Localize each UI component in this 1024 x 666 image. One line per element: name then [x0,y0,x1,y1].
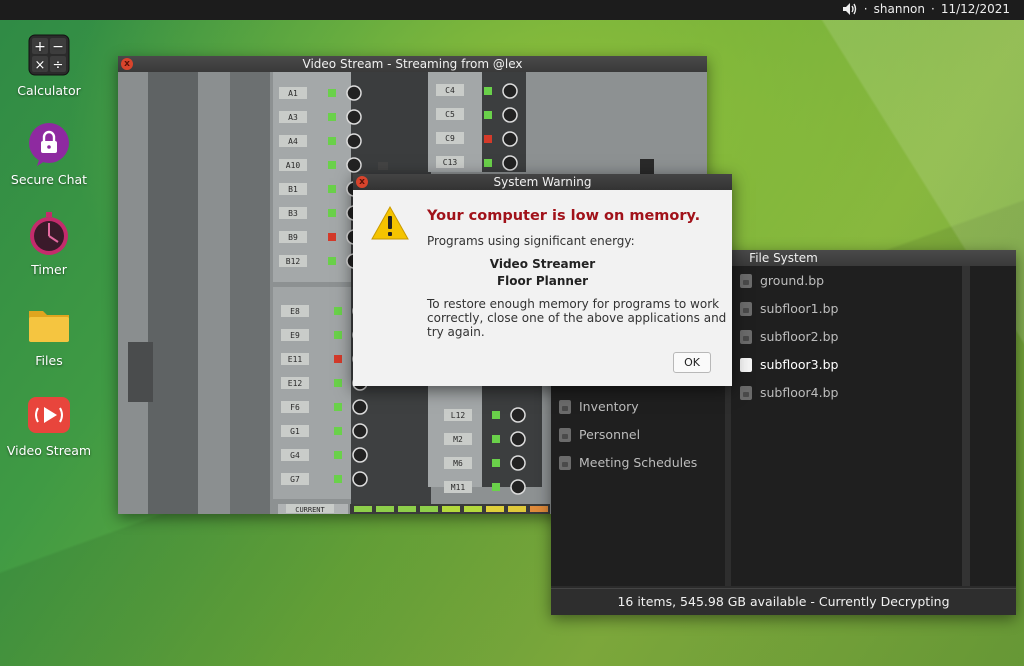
date-display[interactable]: 11/12/2021 [941,2,1010,16]
svg-text:E9: E9 [290,331,300,340]
svg-text:+: + [34,39,46,55]
desktop-icon-label: Calculator [17,83,81,98]
folder-item[interactable]: Personnel [559,427,640,442]
svg-text:M2: M2 [453,435,463,444]
warning-body-line: To restore enough memory for programs to… [427,297,720,311]
file-item[interactable]: ground.bp [740,273,824,288]
folder-icon [559,427,571,442]
desktop-icon-label: Secure Chat [10,172,88,187]
item-label: subfloor2.bp [760,329,839,344]
close-button[interactable]: x [356,176,368,188]
file-icon [740,301,752,316]
folder-icon [559,399,571,414]
warning-body-line: try again. [427,325,485,339]
video-stream-icon [27,393,71,437]
svg-text:B9: B9 [288,233,298,242]
video-window-titlebar[interactable]: x Video Stream - Streaming from @lex [118,56,707,72]
tray-separator: · [931,2,935,16]
timer-icon [27,212,71,256]
item-label: subfloor3.bp [760,357,839,372]
scrollbar[interactable] [962,266,970,586]
item-label: Inventory [579,399,639,414]
svg-text:C9: C9 [445,134,455,143]
file-icon [740,357,752,372]
item-label: Personnel [579,427,641,442]
window-title: Video Stream - Streaming from @lex [302,57,523,71]
svg-text:B1: B1 [288,185,298,194]
close-button[interactable]: x [121,58,133,70]
item-label: subfloor1.bp [760,301,839,316]
svg-text:G4: G4 [290,451,300,460]
ok-button[interactable]: OK [673,352,711,373]
svg-text:CURRENT: CURRENT [295,506,325,514]
svg-text:F6: F6 [290,403,300,412]
window-title: File System [749,251,818,265]
svg-text:C4: C4 [445,86,455,95]
file-item-selected[interactable]: subfloor3.bp [740,357,838,372]
desktop-icon-label: Video Stream [6,443,92,458]
system-tray: · shannon · 11/12/2021 [842,2,1010,16]
svg-text:C13: C13 [443,158,458,167]
svg-text:E11: E11 [288,355,303,364]
svg-text:B3: B3 [288,209,298,218]
svg-text:C5: C5 [445,110,455,119]
svg-text:÷: ÷ [53,58,64,73]
svg-text:A3: A3 [288,113,298,122]
svg-text:G1: G1 [290,427,300,436]
svg-text:E12: E12 [288,379,303,388]
volume-icon[interactable] [842,2,858,16]
calculator-icon: + − × ÷ [27,33,71,77]
top-bar: · shannon · 11/12/2021 [0,0,1024,20]
file-icon [740,273,752,288]
warning-intro: Programs using significant energy: [427,234,635,248]
svg-text:M11: M11 [451,483,466,492]
folder-icon [27,303,71,347]
desktop-icon-secure-chat[interactable]: Secure Chat [0,122,98,187]
warning-body-line: correctly, close one of the above applic… [427,311,727,325]
app-name: Video Streamer [489,257,596,271]
item-label: ground.bp [760,273,825,288]
file-item[interactable]: subfloor1.bp [740,301,838,316]
warning-icon [371,206,409,240]
desktop-icon-label: Files [35,353,63,368]
item-label: Meeting Schedules [579,455,698,470]
status-bar: 16 items, 545.98 GB available - Currentl… [551,588,1016,615]
svg-text:×: × [35,58,46,73]
dialog-titlebar[interactable]: x System Warning [353,174,732,190]
dialog-title: System Warning [493,175,592,189]
desktop-icon-calculator[interactable]: + − × ÷ Calculator [0,33,98,98]
warning-heading: Your computer is low on memory. [427,208,701,224]
desktop-icon-timer[interactable]: Timer [0,212,98,277]
app-name: Floor Planner [496,274,589,288]
svg-text:A1: A1 [288,89,298,98]
svg-text:B12: B12 [286,257,301,266]
svg-text:A4: A4 [288,137,298,146]
desktop-icon-files[interactable]: Files [0,303,98,368]
folder-item[interactable]: Inventory [559,399,639,414]
svg-text:L12: L12 [451,411,466,420]
folder-item[interactable]: Meeting Schedules [559,455,697,470]
file-item[interactable]: subfloor4.bp [740,385,838,400]
desktop-icon-video-stream[interactable]: Video Stream [0,393,98,458]
file-icon [740,385,752,400]
svg-text:−: − [52,39,64,55]
svg-text:G7: G7 [290,475,300,484]
user-name[interactable]: shannon [874,2,925,16]
svg-text:A10: A10 [286,161,301,170]
secure-chat-icon [27,122,71,166]
svg-text:M6: M6 [453,459,463,468]
desktop-icon-label: Timer [31,262,67,277]
system-warning-dialog[interactable]: x System Warning Your computer is low on… [353,174,732,386]
file-icon [740,329,752,344]
file-item[interactable]: subfloor2.bp [740,329,838,344]
tray-separator: · [863,2,868,16]
svg-text:E8: E8 [290,307,300,316]
item-label: subfloor4.bp [760,385,839,400]
folder-icon [559,455,571,470]
